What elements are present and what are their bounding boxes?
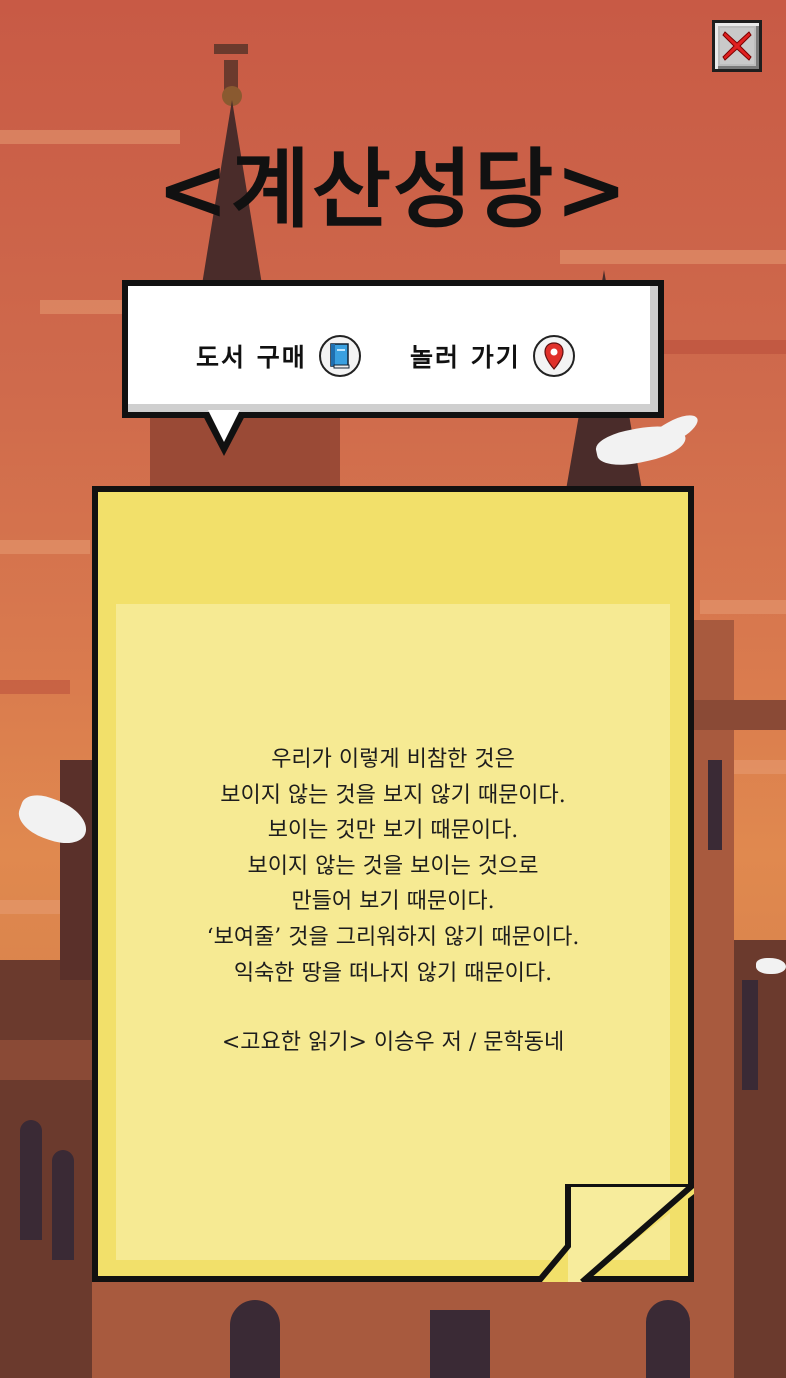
- quote-text: 우리가 이렇게 비참한 것은 보이지 않는 것을 보지 않기 때문이다. 보이는…: [116, 742, 670, 991]
- buy-book-label: 도서 구매: [196, 343, 307, 372]
- quote-line: 우리가 이렇게 비참한 것은: [271, 747, 515, 772]
- quote-line: 익숙한 땅을 떠나지 않기 때문이다.: [233, 960, 553, 986]
- quote-line: 보이는 것만 보기 때문이다.: [267, 818, 519, 844]
- visit-label: 놀러 가기: [410, 343, 521, 372]
- quote-line: 보이지 않는 것을 보이는 것으로: [247, 853, 539, 879]
- quote-line: 보이지 않는 것을 보지 않기 때문이다.: [220, 782, 566, 808]
- map-pin-icon: [532, 335, 575, 377]
- page-title: <계산성당>: [156, 140, 630, 240]
- book-icon: [318, 335, 361, 377]
- quote-line: 만들어 보기 때문이다.: [291, 889, 495, 915]
- quote-source: <고요한 읽기> 이승우 저 / 문학동네: [221, 1030, 565, 1055]
- close-button[interactable]: [712, 20, 762, 72]
- buy-book-button[interactable]: 도서 구매: [196, 330, 361, 382]
- close-x-icon: [720, 28, 754, 64]
- note-page-curl: [538, 1184, 694, 1282]
- quote-line: ‘보여줄’ 것을 그리워하지 않기 때문이다.: [206, 924, 580, 950]
- visit-button[interactable]: 놀러 가기: [410, 330, 575, 382]
